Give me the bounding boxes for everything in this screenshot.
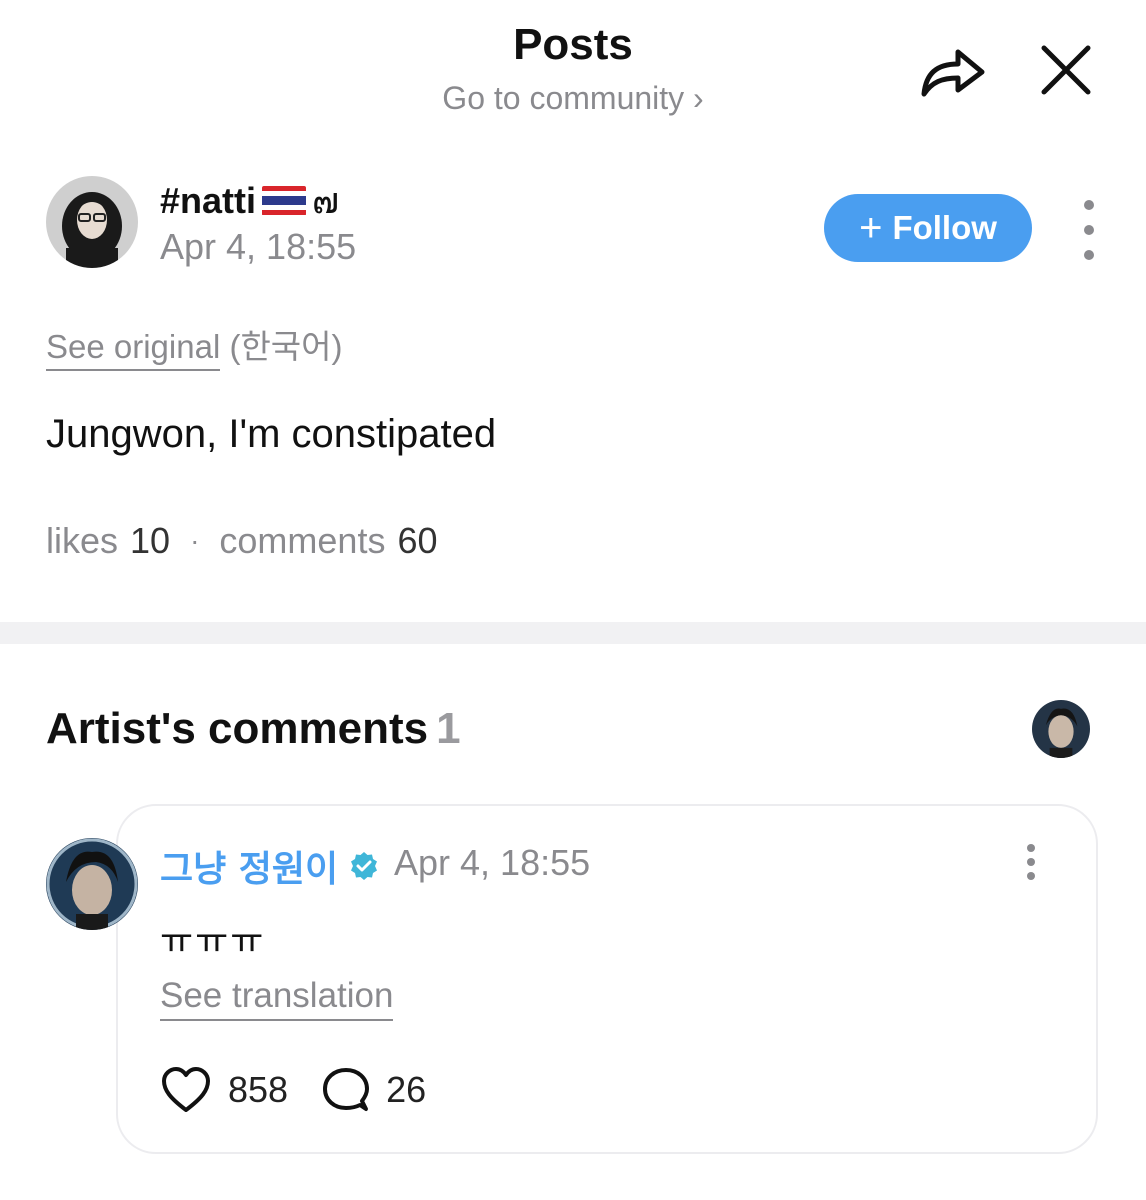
reply-button[interactable]: 26	[322, 1067, 426, 1113]
comment-reply-count: 26	[386, 1069, 427, 1110]
artist-avatar-small-image	[1032, 700, 1090, 758]
share-button[interactable]	[918, 40, 986, 100]
commenter-avatar[interactable]	[46, 838, 138, 930]
plus-icon: +	[859, 206, 883, 250]
artist-comments-count: 1	[436, 704, 461, 753]
artist-comments-title: Artist's comments	[46, 704, 429, 753]
comment-more-options-icon[interactable]	[1022, 844, 1040, 880]
like-button[interactable]: 858	[160, 1066, 288, 1114]
commenter-name-text: 그냥 정원이	[160, 849, 339, 890]
likes-count: 10	[130, 520, 171, 561]
comment-like-count: 858	[228, 1069, 289, 1110]
follow-button[interactable]: + Follow	[824, 194, 1032, 262]
see-original-link[interactable]: See original	[46, 328, 221, 371]
go-to-community-label: Go to community	[442, 80, 685, 116]
author-name-text: #natti	[160, 179, 257, 221]
author-name[interactable]: #natti ๗	[160, 172, 339, 229]
see-translation-row: See translation	[160, 976, 394, 1021]
comments-label: comments	[219, 520, 386, 561]
commenter-name[interactable]: 그냥 정원이	[160, 840, 380, 892]
share-arrow-icon	[921, 49, 985, 97]
artist-avatar-small[interactable]	[1032, 700, 1090, 758]
heart-icon	[162, 1067, 210, 1112]
comment-actions: 858 26	[160, 1066, 426, 1114]
follow-button-label: Follow	[892, 209, 997, 246]
post-body-text: Jungwon, I'm constipated	[46, 412, 497, 456]
author-avatar[interactable]	[46, 176, 138, 268]
post-more-options-icon[interactable]	[1078, 200, 1100, 260]
author-name-suffix: ๗	[312, 181, 340, 222]
comments-count: 60	[397, 520, 438, 561]
close-icon	[1041, 45, 1091, 95]
verified-badge-icon	[351, 852, 378, 880]
see-translation-link[interactable]: See translation	[160, 976, 394, 1021]
section-divider	[0, 622, 1146, 644]
original-language: (한국어)	[229, 328, 343, 365]
comment-body-text: ㅠㅠㅠ	[160, 921, 266, 962]
chevron-right-icon: ›	[693, 80, 704, 116]
likes-label: likes	[46, 520, 119, 561]
post-stats: likes 10 · comments 60	[46, 520, 438, 562]
see-original-row: See original (한국어)	[46, 320, 343, 371]
artist-comments-heading: Artist's comments 1	[46, 704, 461, 754]
speech-bubble-icon	[323, 1068, 370, 1111]
author-avatar-image	[46, 176, 138, 268]
commenter-avatar-image	[46, 838, 138, 930]
thailand-flag-icon	[262, 185, 307, 216]
comment-date: Apr 4, 18:55	[394, 842, 591, 883]
stats-separator: ·	[190, 525, 200, 556]
post-date: Apr 4, 18:55	[160, 226, 357, 267]
close-button[interactable]	[1038, 42, 1094, 98]
